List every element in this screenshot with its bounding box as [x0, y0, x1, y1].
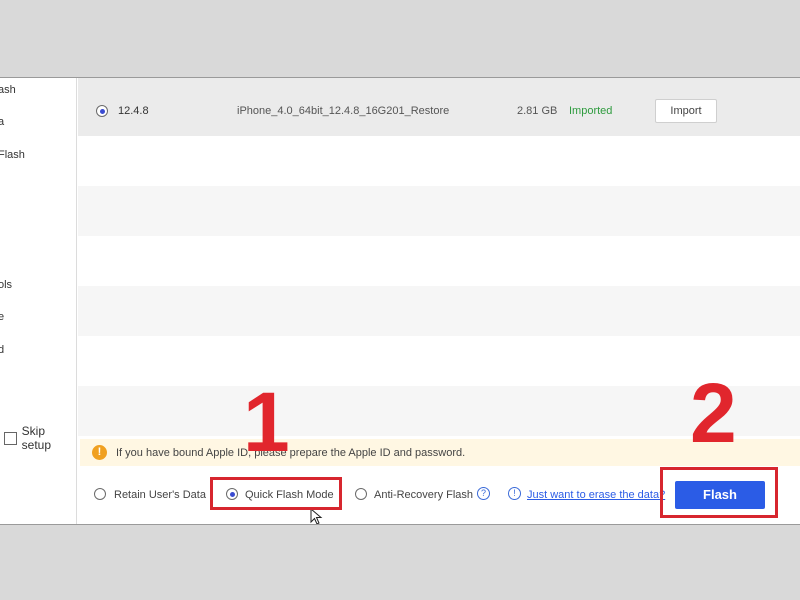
import-button[interactable]: Import	[655, 99, 717, 123]
anti-recovery-radio[interactable]	[355, 488, 367, 500]
app-window: ash a Flash ols e d Skip setup 12.4.8 iP…	[0, 77, 800, 525]
skip-setup-label: Skip setup	[21, 424, 52, 452]
firmware-file: iPhone_4.0_64bit_12.4.8_16G201_Restore	[237, 105, 450, 117]
retain-data-radio[interactable]	[94, 488, 106, 500]
empty-row	[78, 286, 800, 336]
firmware-size: 2.81 GB	[517, 105, 558, 117]
sidebar: ash a Flash ols e d Skip setup	[0, 78, 77, 524]
info-icon: !	[508, 487, 521, 500]
skip-setup-option[interactable]: Skip setup	[4, 424, 76, 452]
skip-setup-checkbox[interactable]	[4, 431, 17, 445]
sidebar-item-tools[interactable]: ols	[0, 279, 12, 291]
quick-flash-highlight-box	[210, 477, 342, 510]
step-2-label: 2	[690, 366, 737, 460]
firmware-radio[interactable]	[96, 105, 108, 117]
notice-text: If you have bound Apple ID, please prepa…	[116, 447, 466, 459]
warning-icon: !	[92, 445, 107, 460]
erase-data-link[interactable]: Just want to erase the data?	[527, 489, 665, 501]
sidebar-item-3[interactable]: Flash	[0, 149, 25, 161]
sidebar-item-2[interactable]: a	[0, 116, 4, 128]
flash-button-highlight-box	[660, 467, 778, 518]
firmware-row[interactable]: 12.4.8 iPhone_4.0_64bit_12.4.8_16G201_Re…	[78, 78, 800, 136]
empty-row	[78, 186, 800, 236]
mouse-cursor-icon	[310, 508, 323, 524]
firmware-version: 12.4.8	[118, 105, 149, 117]
retain-data-label[interactable]: Retain User's Data	[114, 489, 206, 501]
sidebar-item-flash[interactable]: ash	[0, 84, 16, 96]
help-icon[interactable]: ?	[477, 487, 490, 500]
sidebar-item-6[interactable]: d	[0, 344, 4, 356]
firmware-status: Imported	[569, 105, 613, 117]
sidebar-item-5[interactable]: e	[0, 311, 4, 323]
step-1-label: 1	[243, 375, 290, 469]
anti-recovery-label[interactable]: Anti-Recovery Flash	[374, 489, 473, 501]
